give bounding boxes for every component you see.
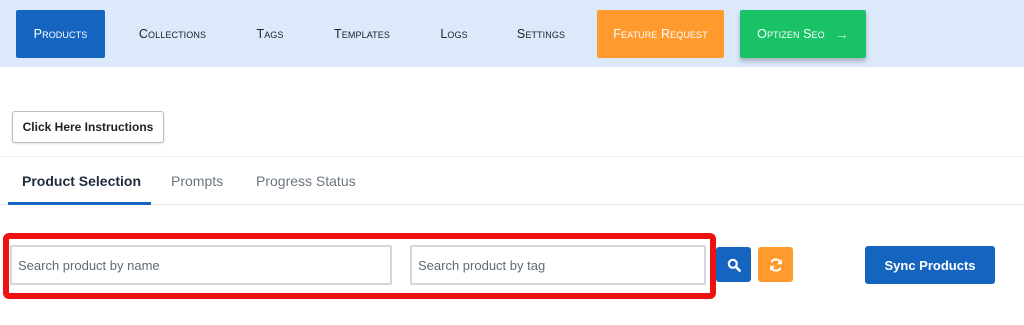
feature-request-button[interactable]: Feature Request <box>597 10 724 58</box>
tab-bar: Product Selection Prompts Progress Statu… <box>0 156 1024 205</box>
nav-logs[interactable]: Logs <box>424 10 484 58</box>
refresh-button[interactable] <box>758 247 793 282</box>
nav-templates[interactable]: Templates <box>320 10 404 58</box>
active-tab-indicator <box>8 202 151 205</box>
optizen-seo-button[interactable]: Optizen Seo → <box>740 10 866 58</box>
tab-product-selection[interactable]: Product Selection <box>22 157 141 205</box>
nav-tags-label: Tags <box>256 27 284 41</box>
tab-progress-status[interactable]: Progress Status <box>256 157 356 205</box>
nav-settings-label: Settings <box>516 27 566 41</box>
sync-products-button[interactable]: Sync Products <box>865 246 995 284</box>
arrow-right-icon: → <box>834 26 849 42</box>
nav-templates-label: Templates <box>334 27 390 41</box>
search-icon <box>727 258 741 272</box>
nav-products[interactable]: Products <box>16 10 105 58</box>
nav-logs-label: Logs <box>440 27 468 41</box>
instructions-label: Click Here Instructions <box>22 120 154 134</box>
nav-settings[interactable]: Settings <box>503 10 579 58</box>
tab-progress-status-label: Progress Status <box>256 173 356 189</box>
nav-collections-label: Collections <box>138 27 207 41</box>
sync-products-label: Sync Products <box>884 257 976 273</box>
search-by-tag-input[interactable] <box>410 245 706 285</box>
tab-prompts-label: Prompts <box>171 173 224 189</box>
nav-products-label: Products <box>33 27 88 41</box>
tab-prompts[interactable]: Prompts <box>171 157 223 205</box>
top-navigation-bar: Products Collections Tags Templates Logs… <box>0 0 1024 67</box>
nav-tags[interactable]: Tags <box>240 10 300 58</box>
optizen-seo-label: Optizen Seo <box>757 27 825 41</box>
tab-product-selection-label: Product Selection <box>22 173 142 189</box>
search-button[interactable] <box>716 247 751 282</box>
instructions-button[interactable]: Click Here Instructions <box>12 111 164 143</box>
refresh-icon <box>769 257 782 272</box>
search-by-name-input[interactable] <box>10 245 392 285</box>
feature-request-label: Feature Request <box>613 27 708 41</box>
nav-collections[interactable]: Collections <box>124 10 221 58</box>
